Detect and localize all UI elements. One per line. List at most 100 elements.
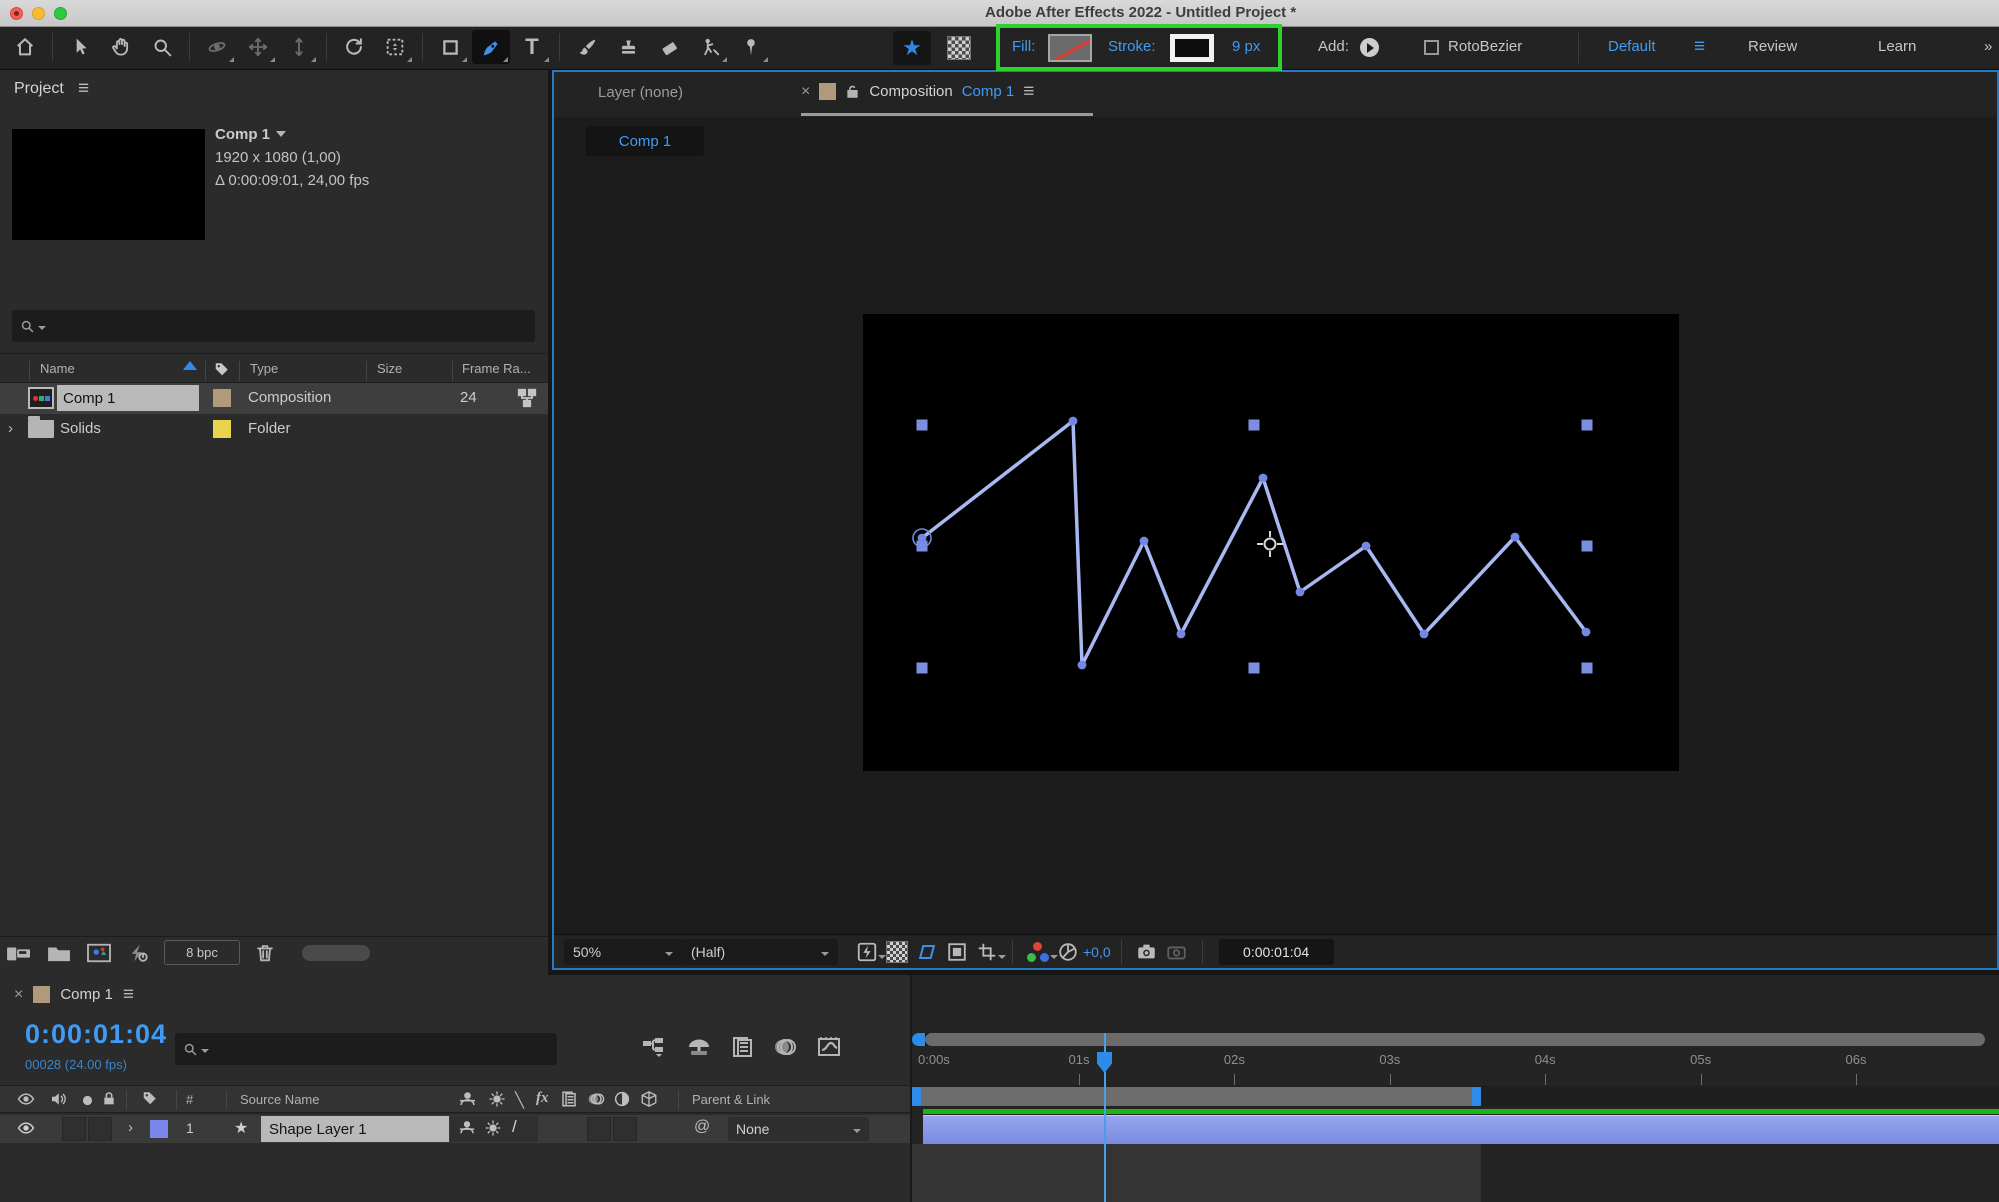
exposure-value[interactable]: +0,0 [1083, 944, 1111, 960]
draft-3d-icon[interactable] [686, 1035, 712, 1059]
path-vertex[interactable] [1259, 474, 1268, 483]
workspace-review-tab[interactable]: Review [1748, 38, 1797, 55]
column-source-name[interactable]: Source Name [240, 1092, 319, 1107]
puppet-pin-tool[interactable] [732, 30, 770, 64]
project-row-solids[interactable]: › Solids Folder [0, 414, 548, 445]
work-area-end-handle[interactable] [1472, 1087, 1481, 1106]
selection-handle[interactable] [1582, 420, 1593, 431]
fast-previews-icon[interactable] [852, 939, 882, 965]
composition-viewer-tab[interactable]: × Composition Comp 1 ≡ [801, 82, 1034, 101]
eraser-tool[interactable] [650, 30, 688, 64]
stroke-label[interactable]: Stroke: [1108, 38, 1156, 55]
project-search-input[interactable] [12, 310, 535, 342]
anchor-point-icon[interactable] [1257, 531, 1283, 557]
project-panel-menu-icon[interactable]: ≡ [78, 78, 89, 100]
parent-dropdown[interactable]: None [728, 1117, 869, 1141]
label-column-icon[interactable] [212, 361, 230, 379]
adjustment-toggle[interactable] [613, 1117, 637, 1141]
close-window-button[interactable] [10, 7, 23, 20]
close-tab-icon[interactable]: × [14, 986, 23, 1004]
solo-toggle[interactable] [88, 1117, 112, 1141]
composition-canvas[interactable] [863, 314, 1679, 771]
quality-toggle-icon[interactable]: / [512, 1117, 517, 1137]
comp-quick-tab[interactable]: Comp 1 [586, 126, 704, 156]
brush-tool[interactable] [568, 30, 606, 64]
project-row-comp1[interactable]: Comp 1 Composition 24 [0, 383, 548, 414]
current-timecode[interactable]: 0:00:01:04 [25, 1019, 167, 1050]
timeline-horizontal-scrollbar[interactable] [912, 1033, 1985, 1046]
shape-path[interactable] [922, 421, 1586, 665]
path-vertex[interactable] [1177, 630, 1186, 639]
frame-blending-icon[interactable] [730, 1035, 754, 1059]
label-swatch[interactable] [213, 389, 231, 407]
mini-flowchart-icon[interactable] [642, 1035, 668, 1059]
unlock-icon[interactable] [845, 84, 860, 100]
work-area-bar[interactable] [912, 1087, 1481, 1106]
new-folder-icon[interactable] [46, 943, 72, 963]
column-frame-rate[interactable]: Frame Ra... [462, 361, 531, 376]
audio-toggle[interactable] [62, 1117, 86, 1141]
path-vertex[interactable] [1069, 417, 1078, 426]
graph-editor-icon[interactable] [816, 1035, 842, 1059]
layer-name[interactable]: Shape Layer 1 [261, 1116, 449, 1142]
minimize-window-button[interactable] [32, 7, 45, 20]
selection-handle[interactable] [1582, 663, 1593, 674]
timeline-panel-menu-icon[interactable]: ≡ [123, 985, 134, 1004]
pick-whip-icon[interactable]: @ [694, 1118, 710, 1136]
path-vertex[interactable] [1582, 628, 1591, 637]
column-size[interactable]: Size [377, 361, 402, 376]
rotation-tool[interactable] [335, 30, 373, 64]
layer-duration-bar[interactable] [923, 1115, 1999, 1144]
timeline-tab[interactable]: × Comp 1 ≡ [14, 985, 134, 1004]
orbit-camera-tool[interactable] [198, 30, 236, 64]
resolution-dropdown[interactable]: (Half) [682, 939, 838, 965]
workspace-learn-tab[interactable]: Learn [1878, 38, 1916, 55]
column-name[interactable]: Name [40, 361, 75, 376]
tool-creates-mask-button[interactable] [940, 31, 978, 65]
viewer-timecode[interactable]: 0:00:01:04 [1219, 939, 1334, 965]
selection-handle[interactable] [1249, 663, 1260, 674]
column-parent-link[interactable]: Parent & Link [692, 1092, 770, 1107]
type-tool[interactable]: T [513, 30, 551, 64]
selection-handle[interactable] [1582, 541, 1593, 552]
workspace-default-tab[interactable]: Default [1608, 38, 1656, 55]
close-tab-icon[interactable]: × [801, 83, 810, 101]
path-vertex[interactable] [1362, 542, 1371, 551]
gpu-acceleration-icon[interactable] [126, 942, 150, 964]
collapse-toggle-icon[interactable] [484, 1119, 502, 1137]
shy-toggle-icon[interactable] [458, 1119, 476, 1137]
path-vertex[interactable] [918, 534, 927, 543]
project-item-name[interactable]: Comp 1 [57, 385, 199, 411]
path-vertex[interactable] [1511, 533, 1520, 542]
home-tool[interactable] [6, 30, 44, 64]
fullscreen-window-button[interactable] [54, 7, 67, 20]
column-number[interactable]: # [186, 1092, 193, 1107]
mask-visibility-icon[interactable] [912, 939, 942, 965]
color-depth-button[interactable]: 8 bpc [164, 940, 240, 965]
playhead-handle[interactable] [1097, 1052, 1112, 1073]
clone-stamp-tool[interactable] [609, 30, 647, 64]
shape-path-canvas[interactable] [863, 314, 1679, 771]
path-vertex[interactable] [1296, 588, 1305, 597]
magnification-dropdown[interactable]: 50% [564, 939, 682, 965]
layer-viewer-tab[interactable]: Layer (none) [598, 84, 683, 101]
exposure-icon[interactable] [1053, 939, 1083, 965]
zoom-tool[interactable] [143, 30, 181, 64]
stroke-width-value[interactable]: 9 px [1232, 38, 1260, 55]
selection-tool[interactable] [61, 30, 99, 64]
snapshot-icon[interactable] [1132, 939, 1162, 965]
label-swatch[interactable] [213, 420, 231, 438]
layer-visibility-eye-icon[interactable] [16, 1119, 36, 1137]
new-composition-icon[interactable] [86, 942, 112, 964]
selection-handle[interactable] [917, 663, 928, 674]
layer-row-shape-layer-1[interactable]: › 1 ★ Shape Layer 1 / @ None [0, 1115, 910, 1143]
motion-blur-toggle[interactable] [587, 1117, 611, 1141]
workspace-menu-icon[interactable]: ≡ [1694, 37, 1705, 56]
horizontal-scrollbar[interactable] [302, 945, 370, 961]
region-of-interest-icon[interactable] [942, 939, 972, 965]
project-panel-title[interactable]: Project [14, 80, 64, 98]
motion-blur-icon[interactable] [772, 1035, 798, 1059]
preview-comp-name[interactable]: Comp 1 [215, 126, 270, 143]
path-vertex[interactable] [1420, 630, 1429, 639]
camera-region-tool[interactable] [376, 30, 414, 64]
